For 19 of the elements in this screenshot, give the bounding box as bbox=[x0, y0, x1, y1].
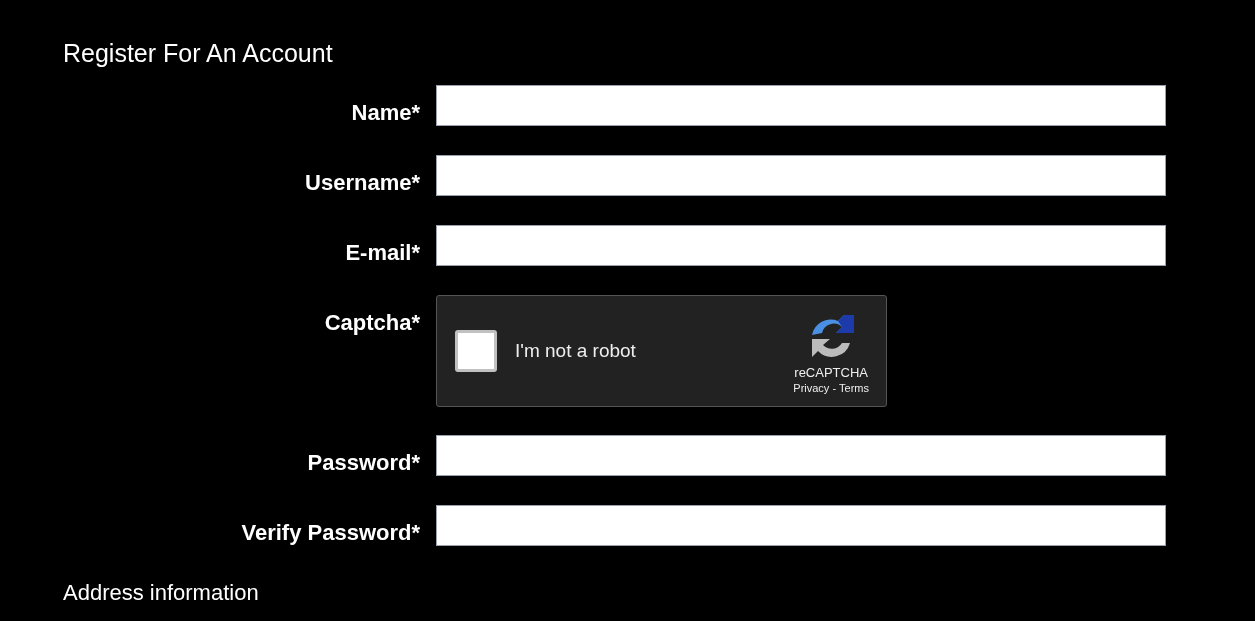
field-label: Password* bbox=[307, 449, 420, 477]
field-label: Verify Password* bbox=[241, 519, 420, 547]
password-field[interactable] bbox=[436, 435, 1166, 476]
page-title: Register For An Account bbox=[63, 38, 333, 69]
input-field[interactable] bbox=[436, 225, 1166, 266]
password-field[interactable] bbox=[436, 505, 1166, 546]
privacy-link[interactable]: Privacy bbox=[793, 381, 830, 395]
field-label: Name* bbox=[351, 99, 420, 127]
captcha-checkbox[interactable] bbox=[455, 330, 497, 372]
link-separator: - bbox=[832, 381, 837, 395]
section-heading: Address information bbox=[63, 579, 259, 607]
terms-link[interactable]: Terms bbox=[839, 381, 869, 395]
field-label: E-mail* bbox=[345, 239, 420, 267]
input-field[interactable] bbox=[436, 85, 1166, 126]
captcha-brand: reCAPTCHA bbox=[794, 365, 868, 381]
field-label: Username* bbox=[305, 169, 420, 197]
input-field[interactable] bbox=[436, 155, 1166, 196]
field-label: Captcha* bbox=[324, 309, 420, 337]
captcha-label: I'm not a robot bbox=[515, 338, 637, 363]
